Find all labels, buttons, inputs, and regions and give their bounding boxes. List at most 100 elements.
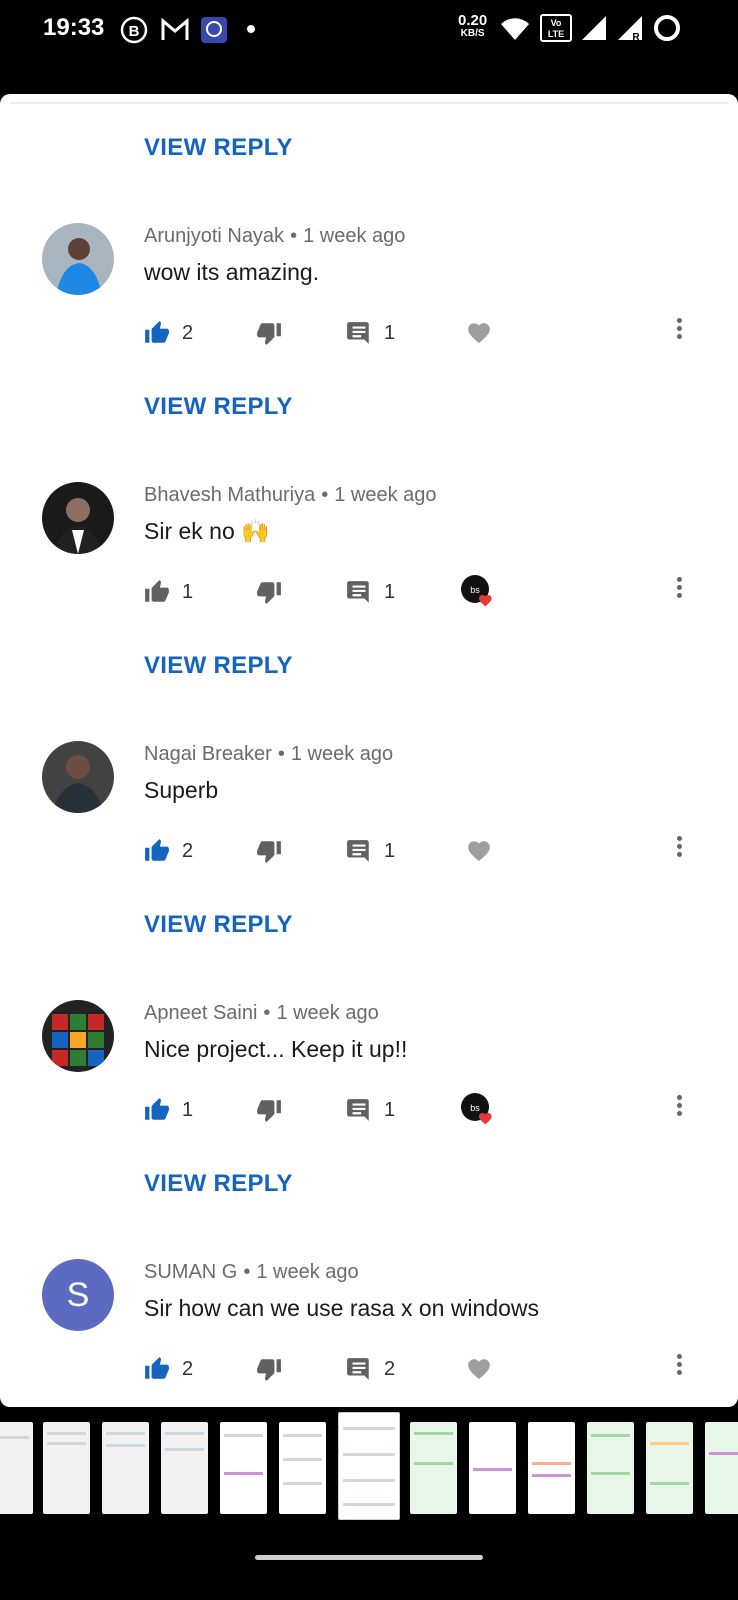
comment-time: 1 week ago: [276, 1002, 379, 1024]
like-button[interactable]: 2: [144, 833, 193, 869]
more-options-icon[interactable]: [672, 574, 686, 604]
comment-icon: [347, 581, 369, 603]
heart-button[interactable]: [466, 833, 492, 869]
svg-text:bs: bs: [470, 1103, 480, 1113]
creator-heart[interactable]: bs: [460, 574, 496, 610]
reply-button[interactable]: 1: [346, 574, 395, 610]
more-options-icon[interactable]: [672, 315, 686, 345]
screenshot-thumbnail[interactable]: [102, 1422, 149, 1514]
home-indicator[interactable]: [255, 1555, 483, 1560]
thumb-down-icon: [257, 323, 281, 345]
view-reply-button[interactable]: VIEW REPLY: [144, 911, 293, 939]
comment-text: Superb: [144, 777, 219, 803]
author-name[interactable]: SUMAN G: [144, 1261, 237, 1283]
screenshot-thumbnail[interactable]: [279, 1422, 326, 1514]
comment-text: Nice project... Keep it up!!: [144, 1036, 408, 1062]
creator-heart-icon: bs: [461, 575, 492, 607]
thumb-up-icon: [145, 580, 169, 602]
avatar[interactable]: [42, 482, 114, 554]
comment-time: 1 week ago: [303, 225, 406, 247]
gmail-icon: [161, 17, 189, 40]
signal-icon-2-roaming: R: [618, 16, 642, 42]
avatar[interactable]: [42, 1000, 114, 1072]
screenshot-thumbnail[interactable]: [705, 1422, 738, 1514]
like-count: 2: [182, 839, 194, 862]
heart-icon: [468, 841, 490, 862]
avatar[interactable]: [42, 223, 114, 295]
like-button[interactable]: 2: [144, 315, 193, 351]
comment-meta: Nagai Breaker • 1 week ago: [144, 743, 394, 765]
view-reply-button[interactable]: VIEW REPLY: [144, 1170, 293, 1198]
comment-icon: [347, 840, 369, 862]
more-options-icon[interactable]: [672, 1351, 686, 1381]
avatar[interactable]: [42, 741, 114, 813]
comments-panel: VIEW REPLY Arunjyoti Nayak • 1 week ago wo…: [0, 94, 738, 1407]
screenshot-thumbnail[interactable]: [161, 1422, 208, 1514]
comment-time: 1 week ago: [256, 1261, 359, 1283]
more-options-icon[interactable]: [672, 1092, 686, 1122]
net-speed: 0.20 KB/S: [458, 13, 487, 40]
thumb-down-icon: [257, 1359, 281, 1381]
screenshot-thumbnail[interactable]: [587, 1422, 634, 1514]
like-count: 1: [182, 580, 194, 603]
comment-meta: Arunjyoti Nayak • 1 week ago: [144, 225, 406, 247]
screenshot-thumbnail[interactable]: [646, 1422, 693, 1514]
notification-dot-icon: [247, 25, 255, 33]
heart-button[interactable]: [466, 315, 492, 351]
view-reply-button[interactable]: VIEW REPLY: [144, 134, 293, 162]
screenshot-thumbnail[interactable]: [43, 1422, 90, 1514]
dislike-button[interactable]: [256, 574, 282, 610]
comment-meta: Bhavesh Mathuriya • 1 week ago: [144, 484, 437, 506]
divider: [10, 102, 728, 104]
comment-item: Apneet Saini • 1 week ago Nice project... …: [0, 1000, 738, 1150]
thumb-down-icon: [257, 582, 281, 604]
comment-actions: 1 1 bs: [0, 574, 738, 614]
more-options-icon[interactable]: [672, 833, 686, 863]
comment-actions: 2 1: [0, 833, 738, 873]
author-name[interactable]: Apneet Saini: [144, 1002, 257, 1024]
screenshot-thumbnail-active[interactable]: [338, 1412, 400, 1520]
heart-button[interactable]: [466, 1351, 492, 1387]
reply-count: 1: [384, 1098, 396, 1121]
screenshot-thumbnail[interactable]: [469, 1422, 516, 1514]
creator-heart[interactable]: bs: [460, 1092, 496, 1128]
comment-meta: Apneet Saini • 1 week ago: [144, 1002, 379, 1024]
heart-icon: [468, 1359, 490, 1380]
svg-text:Vo: Vo: [551, 18, 562, 28]
like-button[interactable]: 2: [144, 1351, 193, 1387]
avatar-letter[interactable]: S: [42, 1259, 114, 1331]
reply-button[interactable]: 2: [346, 1351, 395, 1387]
thumb-up-icon: [145, 1357, 169, 1379]
screenshot-thumbnail[interactable]: [220, 1422, 267, 1514]
screenshot-thumbnail[interactable]: [0, 1422, 33, 1514]
status-bar: 19:33 B 0.20 KB/S Vo LTE R: [0, 0, 738, 60]
dislike-button[interactable]: [256, 1092, 282, 1128]
author-name[interactable]: Bhavesh Mathuriya: [144, 484, 315, 506]
like-button[interactable]: 1: [144, 1092, 193, 1128]
wifi-icon: [501, 18, 529, 40]
comment-item: Nagai Breaker • 1 week ago Superb 2 1: [0, 741, 738, 891]
comment-time: 1 week ago: [334, 484, 437, 506]
screenshot-thumbnail-strip: [0, 1412, 738, 1520]
dislike-button[interactable]: [256, 1351, 282, 1387]
author-name[interactable]: Nagai Breaker: [144, 743, 272, 765]
comment-item: Bhavesh Mathuriya • 1 week ago Sir ek no 🙌…: [0, 482, 738, 632]
reply-button[interactable]: 1: [346, 1092, 395, 1128]
author-name[interactable]: Arunjyoti Nayak: [144, 225, 284, 247]
like-button[interactable]: 1: [144, 574, 193, 610]
dislike-button[interactable]: [256, 833, 282, 869]
comment-actions: 2 1: [0, 315, 738, 355]
screenshot-thumbnail[interactable]: [528, 1422, 575, 1514]
comment-text: Sir how can we use rasa x on windows: [144, 1295, 540, 1321]
reply-button[interactable]: 1: [346, 833, 395, 869]
view-reply-button[interactable]: VIEW REPLY: [144, 393, 293, 421]
view-reply-button[interactable]: VIEW REPLY: [144, 652, 293, 680]
dislike-button[interactable]: [256, 315, 282, 351]
volte-icon: VoLTE: [540, 14, 572, 42]
signal-icon-1: [582, 16, 606, 40]
screenshot-thumbnail[interactable]: [410, 1422, 457, 1514]
reply-button[interactable]: 1: [346, 315, 395, 351]
comment-icon: [347, 1099, 369, 1121]
b-app-icon: B: [120, 16, 148, 44]
heart-icon: [468, 323, 490, 344]
